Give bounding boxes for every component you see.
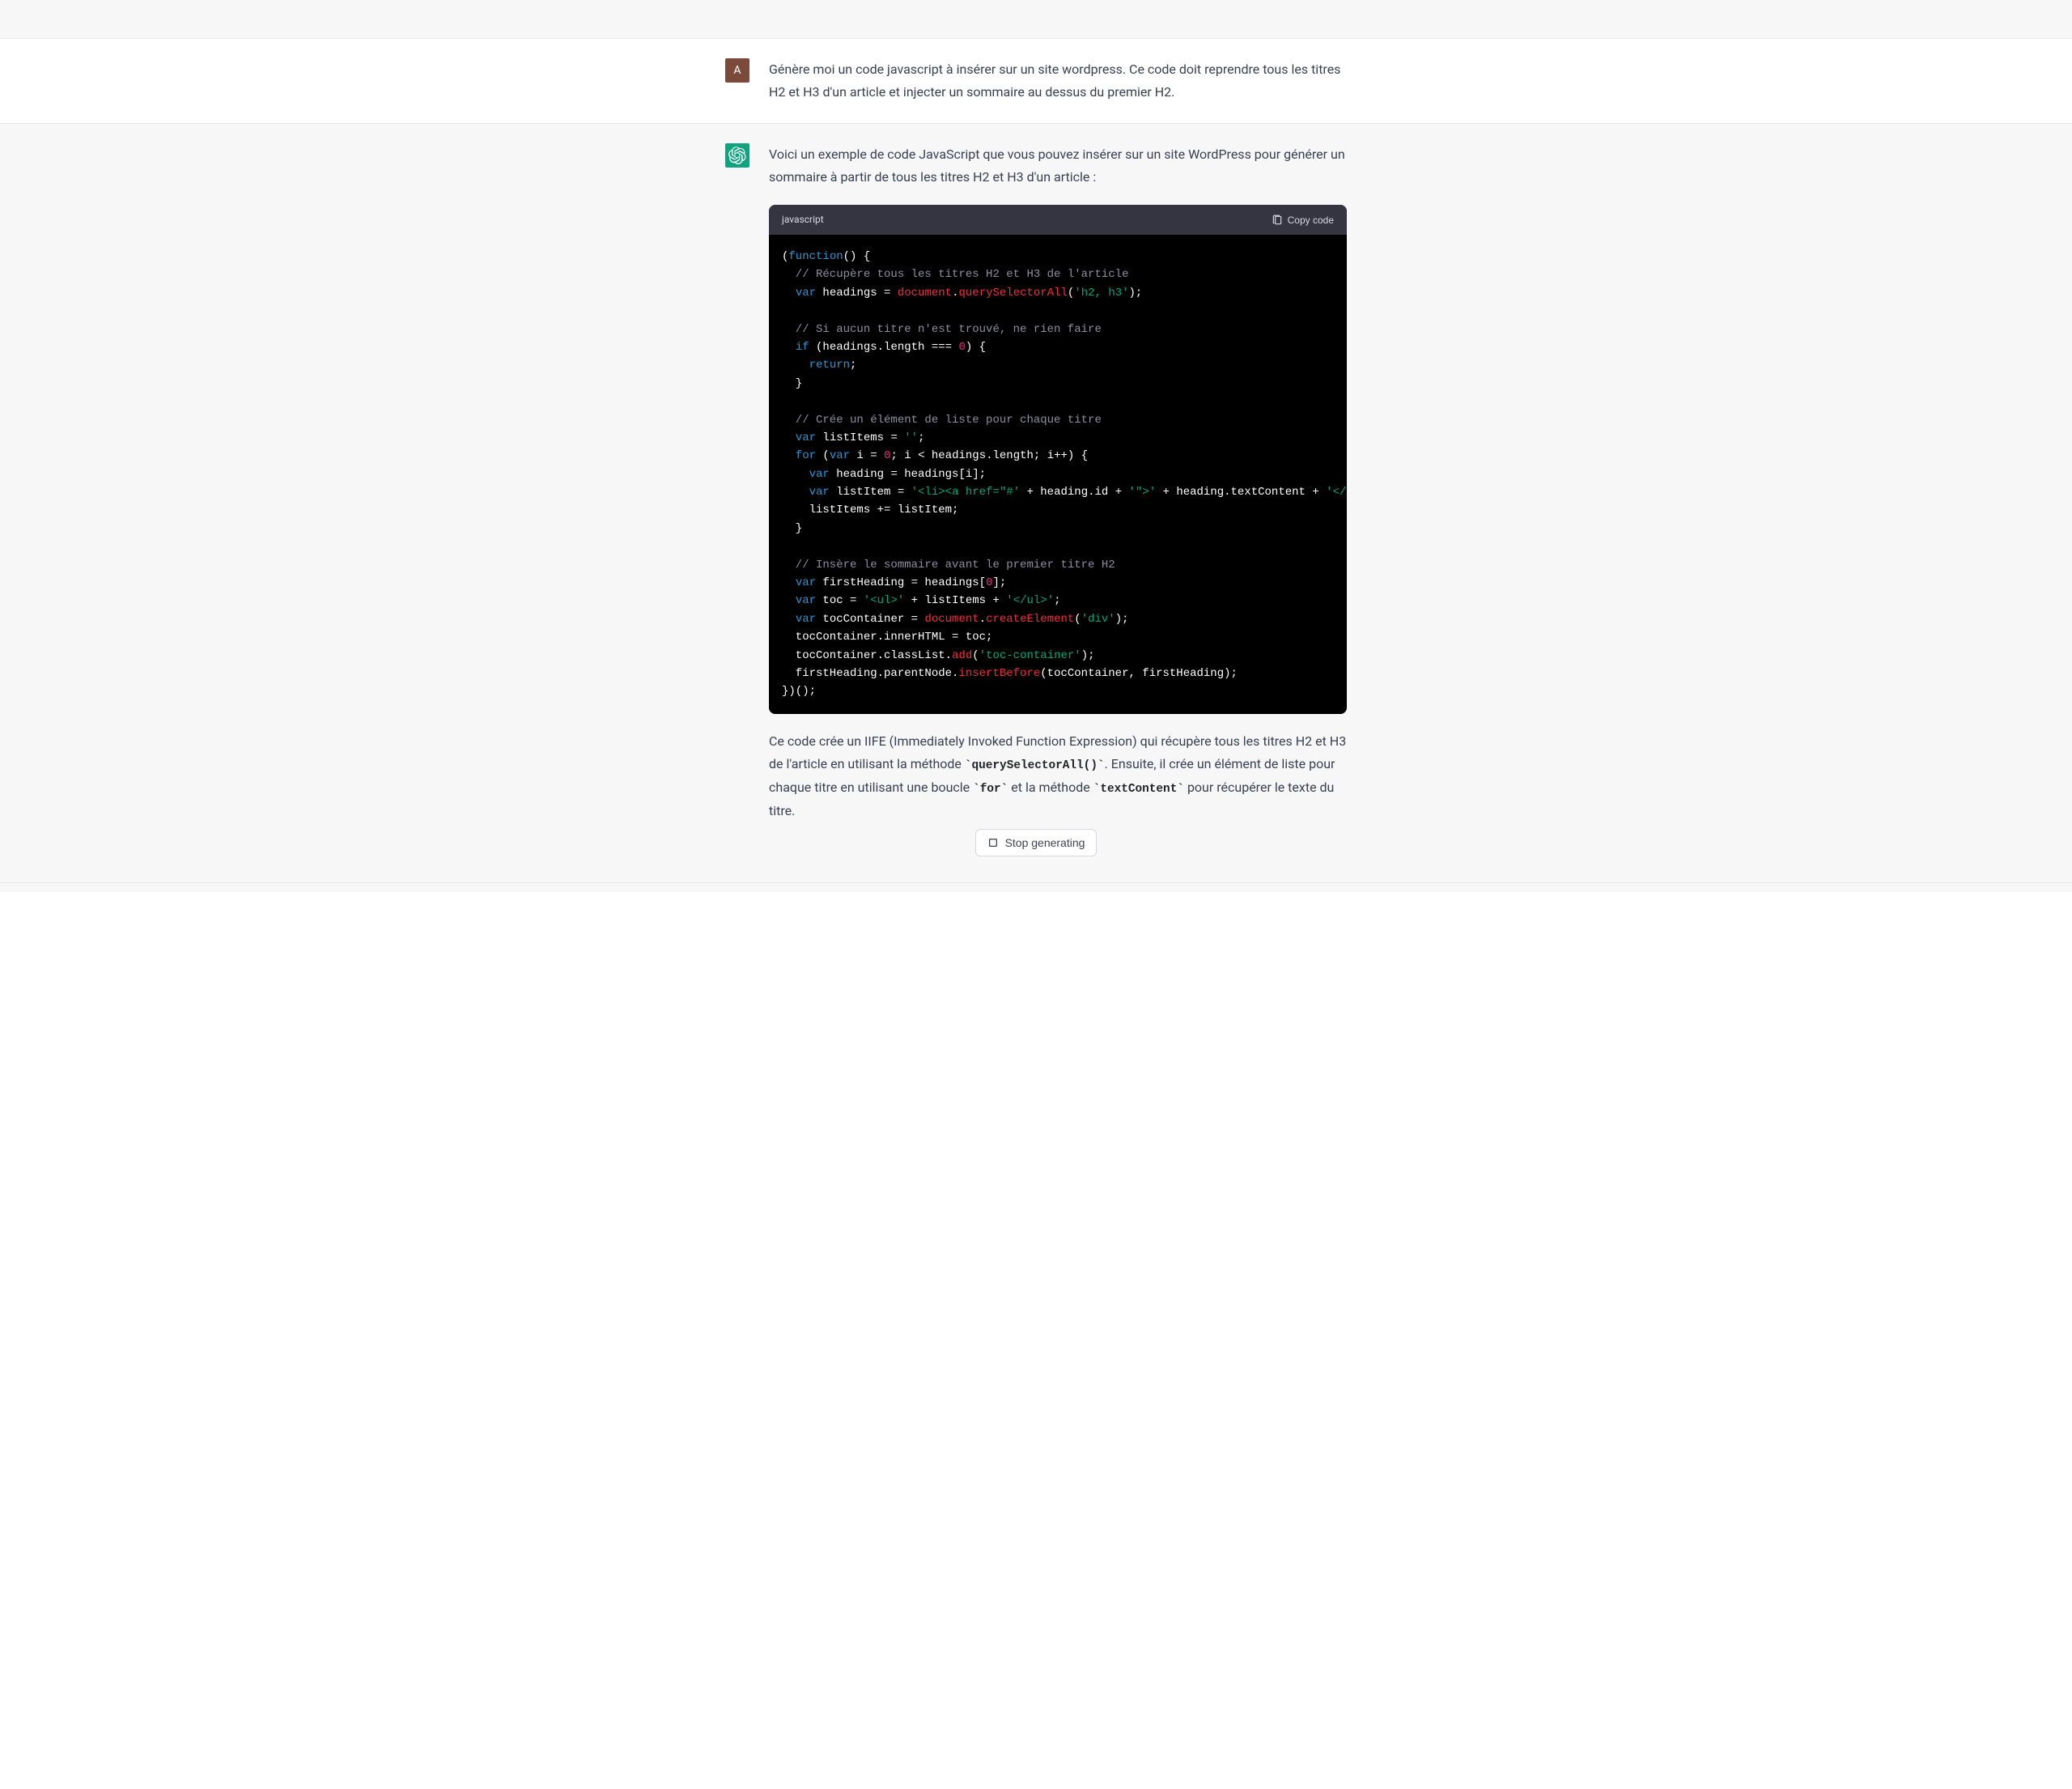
code-language-label: javascript xyxy=(782,211,824,228)
openai-logo-icon xyxy=(728,147,746,164)
inline-code-textcontent: `textContent` xyxy=(1093,783,1184,796)
user-message-content: Génère moi un code javascript à insérer … xyxy=(769,58,1347,104)
copy-code-button[interactable]: Copy code xyxy=(1272,215,1334,226)
stop-icon xyxy=(987,837,999,848)
assistant-message-row: Voici un exemple de code JavaScript que … xyxy=(0,124,2072,892)
stop-generating-button[interactable]: Stop generating xyxy=(975,829,1098,856)
assistant-intro-text: Voici un exemple de code JavaScript que … xyxy=(769,143,1347,189)
user-avatar: A xyxy=(725,58,749,83)
code-block: javascript Copy code (function() { // Ré… xyxy=(769,205,1347,714)
stop-generating-label: Stop generating xyxy=(1005,836,1085,849)
code-content[interactable]: (function() { // Récupère tous les titre… xyxy=(769,235,1347,714)
clipboard-icon xyxy=(1272,215,1283,226)
explanation-part3: et la méthode xyxy=(1008,780,1093,795)
assistant-message-content: Voici un exemple de code JavaScript que … xyxy=(769,143,1347,822)
copy-code-label: Copy code xyxy=(1288,215,1334,226)
user-message-text: Génère moi un code javascript à insérer … xyxy=(769,62,1340,100)
code-block-header: javascript Copy code xyxy=(769,205,1347,235)
assistant-avatar xyxy=(725,143,749,168)
assistant-explanation: Ce code crée un IIFE (Immediately Invoke… xyxy=(769,730,1347,822)
user-message-row: A Génère moi un code javascript à insére… xyxy=(0,39,2072,124)
top-header-spacer xyxy=(0,0,2072,39)
user-avatar-letter: A xyxy=(733,64,741,77)
bottom-border xyxy=(0,882,2072,883)
inline-code-for: `for` xyxy=(973,783,1008,796)
inline-code-queryselectorall: `querySelectorAll()` xyxy=(965,759,1105,772)
